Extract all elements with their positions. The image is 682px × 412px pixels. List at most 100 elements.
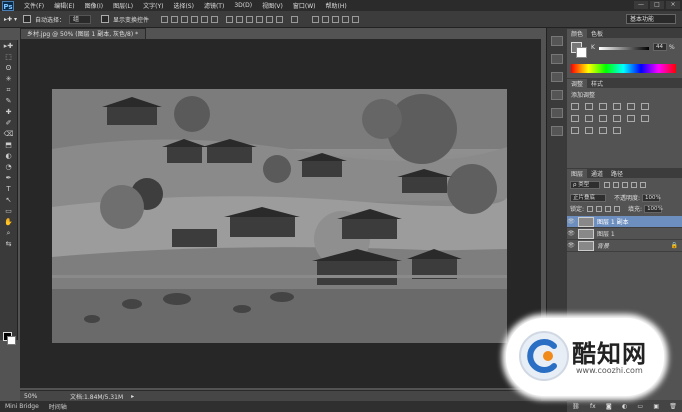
vibrance-adjust-icon[interactable]	[627, 103, 635, 110]
align-right-icon[interactable]	[211, 15, 218, 23]
eraser-tool-icon[interactable]: ⌫	[3, 130, 14, 139]
distribute-left-icon[interactable]	[256, 15, 263, 23]
lock-all-icon[interactable]	[614, 205, 621, 212]
eye-icon[interactable]: 👁	[567, 230, 575, 237]
menu-filter[interactable]: 滤镜(T)	[204, 1, 224, 10]
healing-tool-icon[interactable]: ✚	[3, 108, 14, 117]
tab-color[interactable]: 颜色	[567, 28, 588, 38]
menu-help[interactable]: 帮助(H)	[326, 1, 347, 10]
3d-drag-icon[interactable]	[332, 15, 339, 23]
swap-colors-icon[interactable]: ⇆	[3, 240, 14, 249]
color-spectrum-bar[interactable]	[571, 64, 676, 73]
minimize-button[interactable]: —	[634, 1, 648, 9]
path-select-tool-icon[interactable]: ↖	[3, 196, 14, 205]
menu-file[interactable]: 文件(F)	[24, 1, 44, 10]
tab-adjustments[interactable]: 调整	[567, 78, 588, 88]
layer-style-icon[interactable]: fx	[590, 403, 596, 410]
pen-tool-icon[interactable]: ✒	[3, 174, 14, 183]
exposure-adjust-icon[interactable]	[613, 103, 621, 110]
align-left-icon[interactable]	[191, 15, 198, 23]
distribute-right-icon[interactable]	[276, 15, 283, 23]
hand-tool-icon[interactable]: ✋	[3, 218, 14, 227]
align-hcenter-icon[interactable]	[201, 15, 208, 23]
filter-adjust-icon[interactable]	[613, 182, 619, 188]
paragraph-panel-icon[interactable]	[551, 108, 563, 118]
align-top-icon[interactable]	[161, 15, 168, 23]
tab-timeline[interactable]: 时间轴	[44, 402, 72, 411]
move-tool-icon[interactable]: ▸✚	[3, 42, 14, 51]
invert-icon[interactable]	[571, 127, 579, 134]
move-tool-icon[interactable]: ▸✚ ▾	[4, 16, 17, 23]
fill-field[interactable]: 100%	[644, 204, 663, 213]
brush-panel-icon[interactable]	[551, 72, 563, 82]
color-balance-icon[interactable]	[571, 115, 579, 122]
layer-row[interactable]: 👁 图层 1 副本	[567, 216, 682, 228]
eyedropper-tool-icon[interactable]: ✎	[3, 97, 14, 106]
document-image[interactable]	[52, 89, 507, 343]
gradient-tool-icon[interactable]: ⬒	[3, 141, 14, 150]
brightness-adjust-icon[interactable]	[571, 103, 579, 110]
workspace-dropdown[interactable]: 基本功能	[626, 14, 676, 24]
menu-3d[interactable]: 3D(D)	[234, 2, 252, 9]
photo-filter-icon[interactable]	[599, 115, 607, 122]
levels-adjust-icon[interactable]	[585, 103, 593, 110]
posterize-icon[interactable]	[585, 127, 593, 134]
history-panel-icon[interactable]	[551, 36, 563, 46]
menu-edit[interactable]: 编辑(E)	[54, 1, 74, 10]
lock-pixels-icon[interactable]	[587, 205, 594, 212]
filter-type-icon[interactable]	[622, 182, 628, 188]
add-mask-icon[interactable]: ◙	[606, 403, 612, 410]
color-k-value[interactable]: 44	[653, 43, 667, 51]
new-layer-icon[interactable]: ▣	[653, 403, 659, 410]
menu-image[interactable]: 图像(I)	[85, 1, 103, 10]
color-k-slider[interactable]	[599, 47, 649, 50]
filter-pixel-icon[interactable]	[604, 182, 610, 188]
lock-position-icon[interactable]	[605, 205, 612, 212]
threshold-icon[interactable]	[599, 127, 607, 134]
crop-tool-icon[interactable]: ⌗	[3, 86, 14, 95]
info-panel-icon[interactable]	[551, 126, 563, 136]
selective-color-icon[interactable]	[613, 127, 621, 134]
tab-swatches[interactable]: 色板	[587, 29, 607, 38]
dodge-tool-icon[interactable]: ◔	[3, 163, 14, 172]
brush-tool-icon[interactable]: ✐	[3, 119, 14, 128]
close-button[interactable]: ×	[666, 1, 680, 9]
layer-row[interactable]: 👁 背景 🔒	[567, 240, 682, 252]
delete-layer-icon[interactable]: 🗑	[669, 403, 677, 410]
tab-mini-bridge[interactable]: Mini Bridge	[0, 403, 44, 410]
shape-tool-icon[interactable]: ▭	[3, 207, 14, 216]
3d-rotate-icon[interactable]	[312, 15, 319, 23]
new-adjustment-icon[interactable]: ◐	[622, 403, 627, 410]
layer-row[interactable]: 👁 图层 1	[567, 228, 682, 240]
distribute-vcenter-icon[interactable]	[236, 15, 243, 23]
type-tool-icon[interactable]: T	[3, 185, 14, 194]
new-group-icon[interactable]: ▭	[637, 403, 643, 410]
color-lookup-icon[interactable]	[627, 115, 635, 122]
3d-scale-icon[interactable]	[352, 15, 359, 23]
auto-select-dropdown[interactable]: 组	[68, 14, 91, 24]
menu-type[interactable]: 文字(Y)	[143, 1, 163, 10]
eye-icon[interactable]: 👁	[567, 218, 575, 225]
filter-smart-icon[interactable]	[640, 182, 646, 188]
maximize-button[interactable]: □	[650, 1, 664, 9]
align-vcenter-icon[interactable]	[171, 15, 178, 23]
3d-slide-icon[interactable]	[342, 15, 349, 23]
menu-select[interactable]: 选择(S)	[173, 1, 194, 10]
blend-mode-dropdown[interactable]: 正片叠底	[570, 193, 606, 202]
link-layers-icon[interactable]: ⛓	[572, 403, 580, 410]
distribute-hcenter-icon[interactable]	[266, 15, 273, 23]
black-white-icon[interactable]	[585, 115, 593, 122]
background-color-swatch[interactable]	[7, 336, 16, 345]
document-tab[interactable]: 乡村.jpg @ 50% (图层 1 副本, 灰色/8) * ×	[20, 28, 146, 49]
opacity-field[interactable]: 100%	[642, 193, 661, 202]
lock-brush-icon[interactable]	[596, 205, 603, 212]
color-bg-swatch[interactable]	[576, 47, 587, 58]
tab-channels[interactable]: 通道	[587, 169, 607, 178]
character-panel-icon[interactable]	[551, 90, 563, 100]
gradient-map-icon[interactable]	[641, 115, 649, 122]
align-bottom-icon[interactable]	[181, 15, 188, 23]
auto-align-icon[interactable]	[291, 15, 298, 23]
lasso-tool-icon[interactable]: ʘ	[3, 64, 14, 73]
distribute-top-icon[interactable]	[226, 15, 233, 23]
3d-roll-icon[interactable]	[322, 15, 329, 23]
